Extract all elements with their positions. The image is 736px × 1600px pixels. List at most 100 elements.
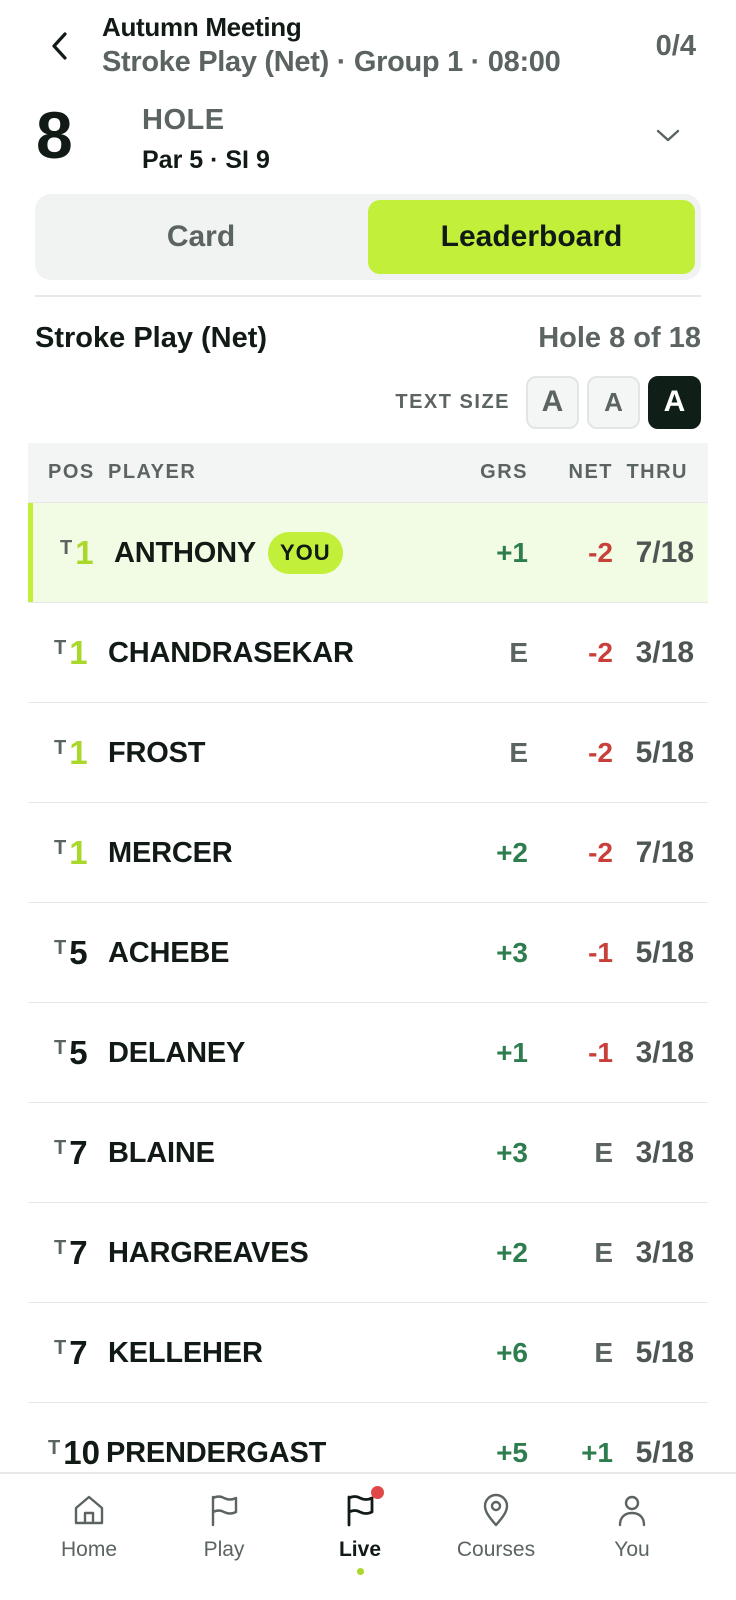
nav-play[interactable]: Play <box>164 1490 284 1562</box>
nav-you[interactable]: You <box>572 1490 692 1562</box>
position-number: 1 <box>69 634 88 671</box>
column-header-player: PLAYER <box>108 461 197 483</box>
bottom-navigation: Home Play Live Courses You <box>0 1472 736 1600</box>
tie-marker: T <box>54 736 67 759</box>
net-score: -2 <box>588 537 613 568</box>
net-score: E <box>594 1137 613 1168</box>
flag-icon <box>340 1486 384 1530</box>
nav-home[interactable]: Home <box>29 1490 149 1562</box>
tab-leaderboard[interactable]: Leaderboard <box>368 200 695 274</box>
net-score: -2 <box>588 737 613 768</box>
table-row[interactable]: T 7 KELLEHER +6 E 5/18 <box>28 1303 708 1403</box>
nav-live[interactable]: Live <box>300 1486 420 1575</box>
table-row[interactable]: T 5 ACHEBE +3 -1 5/18 <box>28 903 708 1003</box>
position-number: 5 <box>69 934 88 971</box>
holes-thru: 3/18 <box>635 1236 694 1269</box>
position-number: 7 <box>69 1334 88 1371</box>
position: T 7 <box>54 1203 88 1303</box>
tab-card[interactable]: Card <box>41 200 361 274</box>
table-row-current-player[interactable]: T 1 ANTHONY YOU +1 -2 7/18 <box>28 503 708 603</box>
chevron-left-icon <box>52 32 67 60</box>
nav-play-label: Play <box>203 1538 245 1561</box>
holes-thru: 5/18 <box>635 1336 694 1369</box>
text-size-control: TEXT SIZE A A A <box>395 375 701 429</box>
nav-you-label: You <box>614 1538 650 1561</box>
event-title: Autumn Meeting <box>102 12 302 42</box>
player-name-text: ANTHONY <box>114 536 256 569</box>
table-header: POS PLAYER GRS NET THRU <box>28 443 708 503</box>
table-row[interactable]: T 5 DELANEY +1 -1 3/18 <box>28 1003 708 1103</box>
leaderboard-table: POS PLAYER GRS NET THRU T 1 ANTHONY YOU … <box>28 443 708 1503</box>
position-number: 1 <box>69 734 88 771</box>
position: T 7 <box>54 1103 88 1203</box>
player-name: CHANDRASEKAR <box>108 636 354 669</box>
position: T 7 <box>54 1303 88 1403</box>
position: T 5 <box>54 903 88 1003</box>
event-subtitle: Stroke Play (Net) · Group 1 · 08:00 <box>102 46 561 78</box>
position-number: 1 <box>69 834 88 871</box>
tie-marker: T <box>54 1236 67 1259</box>
position: T 1 <box>54 803 88 903</box>
player-name: ANTHONY YOU <box>114 503 343 603</box>
player-name: FROST <box>108 736 206 769</box>
holes-thru: 5/18 <box>635 936 694 969</box>
hole-selector[interactable]: 8 HOLE Par 5 · SI 9 <box>0 96 736 186</box>
hole-number: 8 <box>36 98 73 172</box>
gross-score: +3 <box>496 937 528 968</box>
holes-thru: 3/18 <box>635 1136 694 1169</box>
gross-score: +2 <box>496 837 528 868</box>
holes-thru: 5/18 <box>635 736 694 769</box>
holes-thru: 3/18 <box>635 636 694 669</box>
table-row[interactable]: T 1 FROST E -2 5/18 <box>28 703 708 803</box>
position-number: 1 <box>75 534 94 571</box>
holes-thru: 3/18 <box>635 1036 694 1069</box>
hole-dropdown-button[interactable] <box>652 120 684 152</box>
column-header-pos: POS <box>48 461 95 483</box>
table-row[interactable]: T 1 MERCER +2 -2 7/18 <box>28 803 708 903</box>
holes-thru: 7/18 <box>635 536 694 569</box>
player-name: HARGREAVES <box>108 1236 309 1269</box>
gross-score: +1 <box>496 1037 528 1068</box>
holes-thru: 7/18 <box>635 836 694 869</box>
tie-marker: T <box>60 536 73 559</box>
you-badge: YOU <box>268 532 343 574</box>
tie-marker: T <box>48 1436 61 1459</box>
player-name: KELLEHER <box>108 1336 263 1369</box>
text-size-medium-button[interactable]: A <box>587 375 640 429</box>
position: T 1 <box>54 703 88 803</box>
group-progress: 0/4 <box>655 30 696 62</box>
table-row[interactable]: T 7 HARGREAVES +2 E 3/18 <box>28 1203 708 1303</box>
table-row[interactable]: T 7 BLAINE +3 E 3/18 <box>28 1103 708 1203</box>
column-header-thru: THRU <box>626 461 688 483</box>
net-score: -1 <box>588 1037 613 1068</box>
text-size-large-button[interactable]: A <box>648 375 701 429</box>
nav-courses-label: Courses <box>456 1538 536 1561</box>
view-toggle: Card Leaderboard <box>35 194 701 280</box>
app-header: Autumn Meeting Stroke Play (Net) · Group… <box>0 0 736 92</box>
divider <box>35 295 701 297</box>
tie-marker: T <box>54 636 67 659</box>
player-name: MERCER <box>108 836 233 869</box>
net-score: -1 <box>588 937 613 968</box>
player-name: BLAINE <box>108 1136 215 1169</box>
position: T 1 <box>54 603 88 703</box>
table-row[interactable]: T 1 CHANDRASEKAR E -2 3/18 <box>28 603 708 703</box>
hole-progress: Hole 8 of 18 <box>538 322 701 354</box>
tie-marker: T <box>54 1136 67 1159</box>
position: T 1 <box>60 503 94 603</box>
back-button[interactable] <box>40 26 80 66</box>
gross-score: E <box>509 637 528 668</box>
chevron-down-icon <box>656 129 680 142</box>
player-name: DELANEY <box>108 1036 246 1069</box>
gross-score: E <box>509 737 528 768</box>
tie-marker: T <box>54 1036 67 1059</box>
hole-meta: Par 5 · SI 9 <box>142 146 270 174</box>
tie-marker: T <box>54 936 67 959</box>
position-number: 7 <box>69 1134 88 1171</box>
gross-score: +6 <box>496 1337 528 1368</box>
column-header-net: NET <box>568 461 613 483</box>
text-size-small-button[interactable]: A <box>526 375 579 429</box>
nav-courses[interactable]: Courses <box>436 1490 556 1562</box>
tie-marker: T <box>54 836 67 859</box>
user-icon <box>612 1490 652 1530</box>
